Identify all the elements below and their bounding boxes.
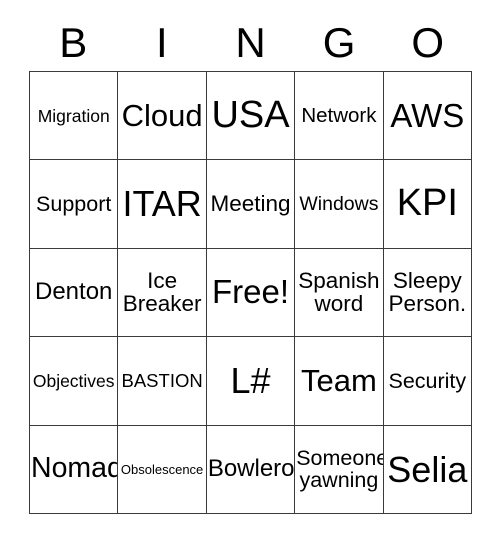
bingo-cell-label: Cloud — [121, 97, 203, 133]
bingo-cell-n4[interactable]: L# — [206, 337, 296, 426]
header-letter-n: N — [235, 19, 266, 66]
header-letter-b: B — [59, 19, 88, 66]
bingo-cell-label: KPI — [396, 182, 458, 225]
bingo-cell-free-space[interactable]: Free! — [206, 248, 296, 338]
bingo-cell-label: Windows — [299, 192, 379, 215]
bingo-cell-b1[interactable]: Migration — [30, 72, 119, 161]
bingo-cell-label: Support — [36, 191, 112, 216]
bingo-cell-label: Bowlero — [207, 454, 295, 482]
bingo-cell-label: Free! — [212, 273, 290, 311]
bingo-cell-n1[interactable]: USA — [206, 72, 296, 161]
header-letter-i: I — [156, 19, 168, 66]
header-letter-g: G — [322, 19, 356, 66]
bingo-cell-b2[interactable]: Support — [30, 160, 119, 249]
bingo-cell-n5[interactable]: Bowlero — [206, 425, 296, 514]
bingo-cell-i2[interactable]: ITAR — [118, 160, 207, 249]
bingo-cell-g2[interactable]: Windows — [295, 160, 384, 249]
bingo-cell-i5[interactable]: Obsolescence — [118, 425, 207, 514]
bingo-cell-label: Sleepy Person. — [388, 268, 467, 317]
bingo-cell-label: Security — [388, 368, 467, 393]
bingo-cell-label: Network — [301, 104, 377, 128]
bingo-cell-i1[interactable]: Cloud — [118, 72, 207, 161]
bingo-cell-o1[interactable]: AWS — [383, 72, 473, 161]
bingo-cell-b4[interactable]: Objectives — [30, 337, 119, 426]
bingo-cell-label: ITAR — [122, 183, 202, 225]
bingo-cell-label: USA — [211, 93, 290, 136]
bingo-cell-label: Migration — [37, 105, 110, 126]
bingo-grid: Migration Cloud USA Network AWS Support … — [29, 71, 473, 514]
bingo-cell-o5[interactable]: Selia — [383, 425, 473, 514]
bingo-cell-o4[interactable]: Security — [383, 337, 473, 426]
bingo-cell-label: BASTION — [121, 370, 203, 392]
bingo-cell-b5[interactable]: Nomad — [30, 425, 119, 514]
bingo-cell-label: L# — [230, 360, 271, 402]
bingo-cell-n2[interactable]: Meeting — [206, 160, 296, 249]
bingo-card: B I N G O Migration Cloud USA Network AW… — [29, 0, 473, 514]
bingo-cell-label: Someone yawning — [296, 445, 384, 493]
header-letter-o: O — [411, 19, 444, 66]
bingo-row-3: Denton Ice Breaker Free! Spanish word Sl… — [30, 248, 473, 338]
bingo-header: B I N G O — [29, 0, 472, 71]
bingo-row-1: Migration Cloud USA Network AWS — [30, 72, 473, 161]
bingo-cell-b3[interactable]: Denton — [30, 248, 119, 338]
bingo-cell-label: AWS — [390, 96, 465, 134]
bingo-row-5: Nomad Obsolescence Bowlero Someone yawni… — [30, 425, 473, 514]
bingo-cell-g3[interactable]: Spanish word — [295, 248, 384, 338]
bingo-cell-i4[interactable]: BASTION — [118, 337, 207, 426]
bingo-cell-label: Meeting — [210, 191, 291, 217]
bingo-cell-label: Selia — [387, 448, 468, 490]
bingo-cell-o2[interactable]: KPI — [383, 160, 473, 249]
bingo-cell-label: Ice Breaker — [122, 268, 202, 317]
bingo-cell-g4[interactable]: Team — [295, 337, 384, 426]
bingo-cell-i3[interactable]: Ice Breaker — [118, 248, 207, 338]
bingo-cell-o3[interactable]: Sleepy Person. — [383, 248, 473, 338]
bingo-cell-g5[interactable]: Someone yawning — [295, 425, 384, 514]
bingo-cell-g1[interactable]: Network — [295, 72, 384, 161]
bingo-cell-label: Nomad — [31, 452, 119, 485]
bingo-cell-label: Denton — [35, 278, 113, 305]
bingo-cell-label: Team — [301, 362, 377, 398]
bingo-cell-label: Spanish word — [298, 268, 380, 317]
bingo-row-2: Support ITAR Meeting Windows KPI — [30, 160, 473, 249]
bingo-cell-label: Obsolescence — [120, 461, 204, 477]
bingo-cell-label: Objectives — [32, 370, 115, 391]
bingo-row-4: Objectives BASTION L# Team Security — [30, 337, 473, 426]
